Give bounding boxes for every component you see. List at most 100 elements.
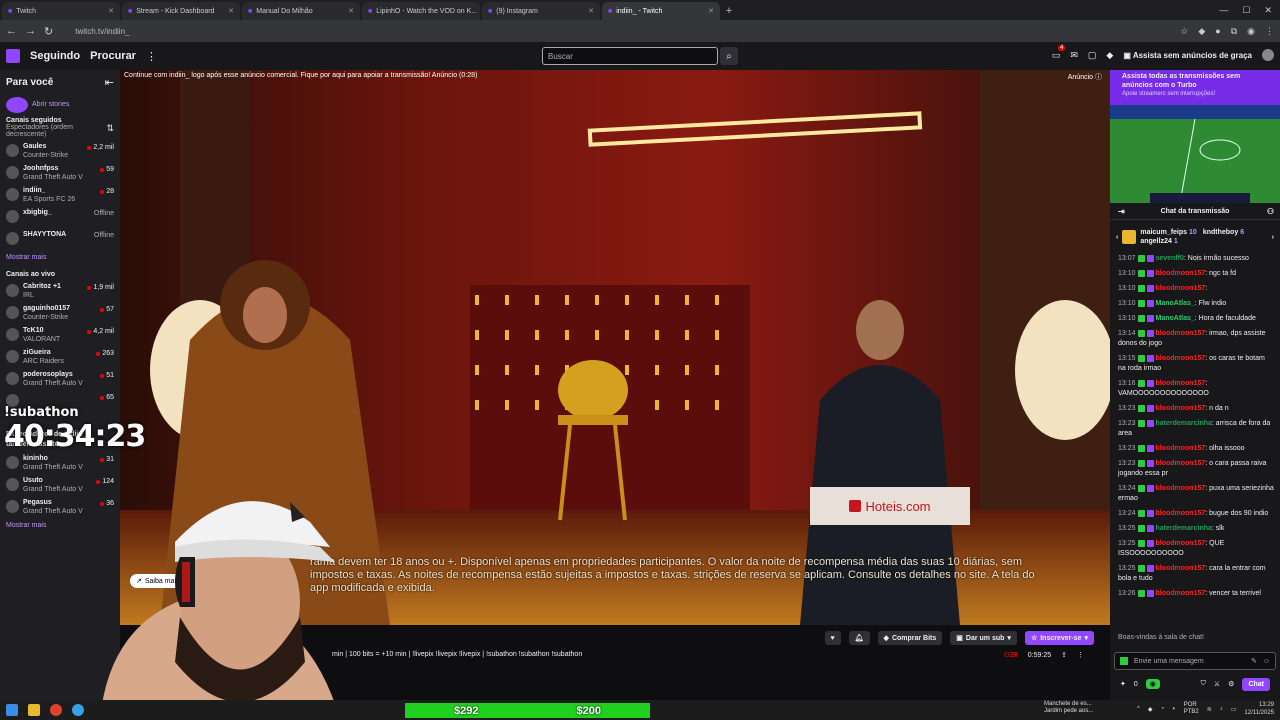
file-explorer-icon[interactable] [28, 704, 40, 716]
community-icon[interactable]: ⚇ [1267, 207, 1274, 216]
windows-start-icon[interactable] [6, 704, 18, 716]
message-username[interactable]: bloodmoon157 [1155, 355, 1205, 362]
url-field[interactable]: twitch.tv/indiin_ [75, 27, 129, 36]
forward-icon[interactable]: → [25, 25, 36, 37]
news-widget[interactable]: Manchete de es... Jardim pede aos... [1044, 701, 1093, 715]
chevron-right-icon[interactable]: › [1272, 234, 1274, 241]
share-icon[interactable]: ⇪ [1061, 651, 1067, 659]
profile-icon[interactable]: ◉ [1247, 26, 1255, 37]
chevron-left-icon[interactable]: ‹ [1116, 234, 1118, 241]
speaker-icon[interactable]: ♪ [1220, 706, 1223, 712]
browser-tab[interactable]: ■ Manual Do Milhão ✕ [242, 2, 360, 20]
extensions-puzzle-icon[interactable]: ⧉ [1231, 26, 1237, 37]
message-username[interactable]: haterdemarcinha [1155, 420, 1211, 427]
tab-close-icon[interactable]: ✕ [708, 7, 714, 15]
wifi-icon[interactable]: ≋ [1207, 706, 1212, 713]
sidebar-channel[interactable]: gaguinho0157 Counter-Strike 57 [0, 304, 120, 326]
clock[interactable]: 13:29 12/11/2025 [1244, 701, 1274, 717]
prediction-icon[interactable]: ◉ [1145, 679, 1160, 689]
message-username[interactable]: sevenff0 [1155, 255, 1183, 262]
more-menu-icon[interactable]: ⋮ [146, 50, 157, 63]
message-username[interactable]: ManoAtlas_ [1155, 300, 1194, 307]
collapse-chat-icon[interactable]: ⇥ [1118, 207, 1125, 216]
sidebar-channel[interactable]: ziGueira ARC Raiders 263 [0, 348, 120, 370]
battery-icon[interactable]: ▭ [1231, 706, 1237, 713]
browser-tab[interactable]: ■ Twitch ✕ [2, 2, 120, 20]
browser-menu-icon[interactable]: ⋮ [1265, 26, 1274, 37]
app-icon[interactable] [72, 704, 84, 716]
buy-bits-button[interactable]: ◆ Comprar Bits [877, 631, 943, 645]
extension-icon[interactable]: ● [1215, 26, 1220, 37]
show-more-followed[interactable]: Mostrar mais [0, 254, 120, 261]
sort-icon[interactable]: ⇅ [106, 123, 114, 138]
avatar[interactable] [1262, 49, 1274, 61]
maximize-icon[interactable]: ☐ [1242, 5, 1250, 16]
mini-player-preview[interactable] [1110, 105, 1280, 203]
keyboard-layout[interactable]: POR PTB2 [1184, 702, 1199, 716]
bookmark-star-icon[interactable]: ☆ [1180, 26, 1188, 37]
extension-icon[interactable]: ◆ [1198, 26, 1205, 37]
tray-app-icon[interactable]: ◆ [1148, 706, 1153, 713]
gift-sub-button[interactable]: ▣ Dar um sub ▾ [950, 631, 1017, 645]
sidebar-channel[interactable]: Cabritoz +1 IRL 1,9 mil [0, 282, 120, 304]
whispers-icon[interactable]: ▢ [1088, 50, 1097, 61]
new-tab-button[interactable]: + [720, 2, 738, 20]
message-username[interactable]: bloodmoon157 [1155, 590, 1205, 597]
message-username[interactable]: bloodmoon157 [1155, 380, 1205, 387]
subscribe-button[interactable]: ☆ Inscrever-se ▾ [1024, 631, 1094, 645]
message-username[interactable]: bloodmoon157 [1155, 445, 1205, 452]
message-username[interactable]: bloodmoon157 [1155, 270, 1205, 277]
browser-tab[interactable]: ■ (9) Instagram ✕ [482, 2, 600, 20]
turbo-ad[interactable]: Assista todas as transmissões sem anúnci… [1110, 70, 1280, 105]
message-username[interactable]: bloodmoon157 [1155, 330, 1205, 337]
sidebar-channel[interactable]: poderosoplays Grand Theft Auto V 51 [0, 370, 120, 392]
message-username[interactable]: ManoAtlas_ [1155, 315, 1194, 322]
chat-input[interactable]: Envie uma mensagem ✎ ☺ [1114, 652, 1276, 670]
settings-gear-icon[interactable]: ⚙ [1228, 680, 1234, 688]
following-link[interactable]: Seguindo [30, 50, 80, 62]
channel-points-icon[interactable]: ✦ [1120, 680, 1126, 688]
browser-tab[interactable]: ■ Stream - Kick Dashboard ✕ [122, 2, 240, 20]
info-icon[interactable]: ⓘ [1095, 74, 1102, 81]
message-username[interactable]: bloodmoon157 [1155, 565, 1205, 572]
message-username[interactable]: bloodmoon157 [1155, 460, 1205, 467]
search-input[interactable]: Buscar [542, 47, 718, 65]
message-username[interactable]: bloodmoon157 [1155, 285, 1205, 292]
reload-icon[interactable]: ↻ [44, 25, 53, 38]
search-button[interactable]: ⌕ [720, 47, 738, 65]
message-username[interactable]: bloodmoon157 [1155, 510, 1205, 517]
message-username[interactable]: bloodmoon157 [1155, 485, 1205, 492]
stories-avatars[interactable] [6, 97, 28, 113]
open-stories-link[interactable]: Abrir stories [32, 101, 69, 108]
mod-icon[interactable]: ⚔ [1214, 680, 1220, 688]
message-username[interactable]: bloodmoon157 [1155, 405, 1205, 412]
chat-send-button[interactable]: Chat [1242, 677, 1270, 691]
tab-close-icon[interactable]: ✕ [588, 7, 594, 15]
turbo-button[interactable]: ▣ Assista sem anúncios de graça [1123, 51, 1252, 60]
follow-heart-button[interactable]: ♥ [824, 631, 841, 645]
tab-close-icon[interactable]: ✕ [108, 7, 114, 15]
more-options-icon[interactable]: ⋮ [1077, 651, 1084, 659]
collapse-sidebar-icon[interactable]: ⇤ [105, 76, 114, 89]
bits-icon[interactable]: ✎ [1251, 657, 1257, 665]
shield-icon[interactable]: ⛉ [1201, 680, 1206, 688]
back-icon[interactable]: ← [6, 25, 17, 37]
sidebar-channel[interactable]: Gaules Counter-Strike 2,2 mil [0, 142, 120, 164]
browser-tab[interactable]: ■LipinhO - Watch the VOD on K...✕ [362, 2, 480, 20]
sidebar-channel[interactable]: xbigbig_ Offline [0, 208, 120, 230]
notification-bell-button[interactable]: 🔔︎ [848, 631, 870, 645]
emote-icon[interactable]: ☺ [1263, 658, 1270, 665]
message-username[interactable]: haterdemarcinha [1155, 525, 1211, 532]
network-icon[interactable]: ◔ [1160, 706, 1164, 712]
minimize-icon[interactable]: — [1219, 5, 1228, 15]
bits-icon[interactable]: ◆ [1106, 50, 1113, 61]
sidebar-channel[interactable]: SHAYYTONA Offline [0, 230, 120, 252]
inbox-icon[interactable]: ✉ [1070, 50, 1078, 61]
close-window-icon[interactable]: ✕ [1264, 5, 1272, 16]
browser-tab[interactable]: ■ indiin_ - Twitch ✕ [602, 2, 720, 20]
message-username[interactable]: bloodmoon157 [1155, 540, 1205, 547]
sidebar-channel[interactable]: Joohnfpss Grand Theft Auto V 59 [0, 164, 120, 186]
notifications-icon[interactable]: ▭ 4 [1052, 44, 1066, 61]
tab-close-icon[interactable]: ✕ [348, 7, 354, 15]
twitch-logo-icon[interactable] [6, 49, 20, 63]
